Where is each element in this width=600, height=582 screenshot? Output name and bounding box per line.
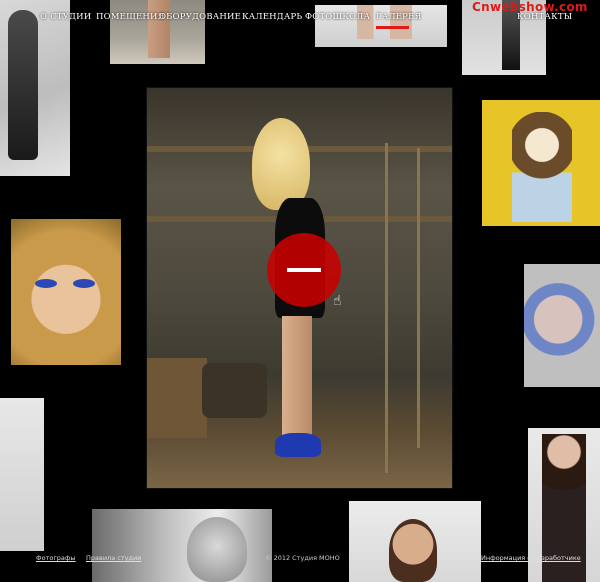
main-nav: О СТУДИИ ПОМЕЩЕНИЯ ОБОРУДОВАНИЕ КАЛЕНДАР… — [0, 12, 600, 32]
hand-pointer-icon: ☝ — [333, 293, 342, 309]
gallery-photo[interactable] — [92, 509, 272, 582]
scene-barrel — [202, 363, 267, 418]
nav-item-rooms[interactable]: ПОМЕЩЕНИЯ — [96, 12, 165, 22]
scene-rope — [417, 148, 420, 448]
gallery-photo[interactable] — [0, 398, 44, 551]
footer-developer-link[interactable]: Информация о разработчике — [481, 554, 581, 562]
model-shoes — [275, 433, 321, 457]
scene-crate — [147, 358, 207, 438]
gallery-photo[interactable] — [349, 501, 481, 582]
photo-figure — [389, 519, 437, 582]
gallery-photo[interactable] — [524, 264, 600, 387]
nav-item-school[interactable]: ФОТОШКОЛА — [305, 12, 370, 22]
footer-photographers-link[interactable]: Фотографы — [36, 554, 76, 562]
gallery-photo[interactable] — [11, 219, 121, 365]
minus-icon — [287, 268, 321, 272]
nav-item-contacts[interactable]: КОНТАКТЫ — [517, 12, 572, 22]
collapse-button[interactable] — [267, 233, 341, 307]
photo-figure — [512, 112, 572, 222]
photo-detail — [73, 279, 95, 288]
footer-copyright: © 2012 Студия МОНО — [265, 554, 340, 562]
photo-detail — [35, 279, 57, 288]
gallery-photo[interactable] — [482, 100, 600, 226]
nav-item-gallery[interactable]: ГАЛЕРЕЯ — [376, 12, 422, 22]
gallery-photo[interactable] — [110, 0, 205, 64]
model-legs — [282, 316, 312, 441]
nav-item-about[interactable]: О СТУДИИ — [40, 12, 91, 22]
photo-figure — [8, 10, 38, 160]
scene-rope — [385, 143, 388, 473]
footer-rules-link[interactable]: Правила студии — [86, 554, 141, 562]
nav-item-equipment[interactable]: ОБОРУДОВАНИЕ — [159, 12, 241, 22]
nav-item-calendar[interactable]: КАЛЕНДАРЬ — [242, 12, 302, 22]
model-hair — [252, 118, 310, 210]
photo-figure — [187, 517, 247, 582]
nav-active-indicator — [376, 26, 409, 29]
